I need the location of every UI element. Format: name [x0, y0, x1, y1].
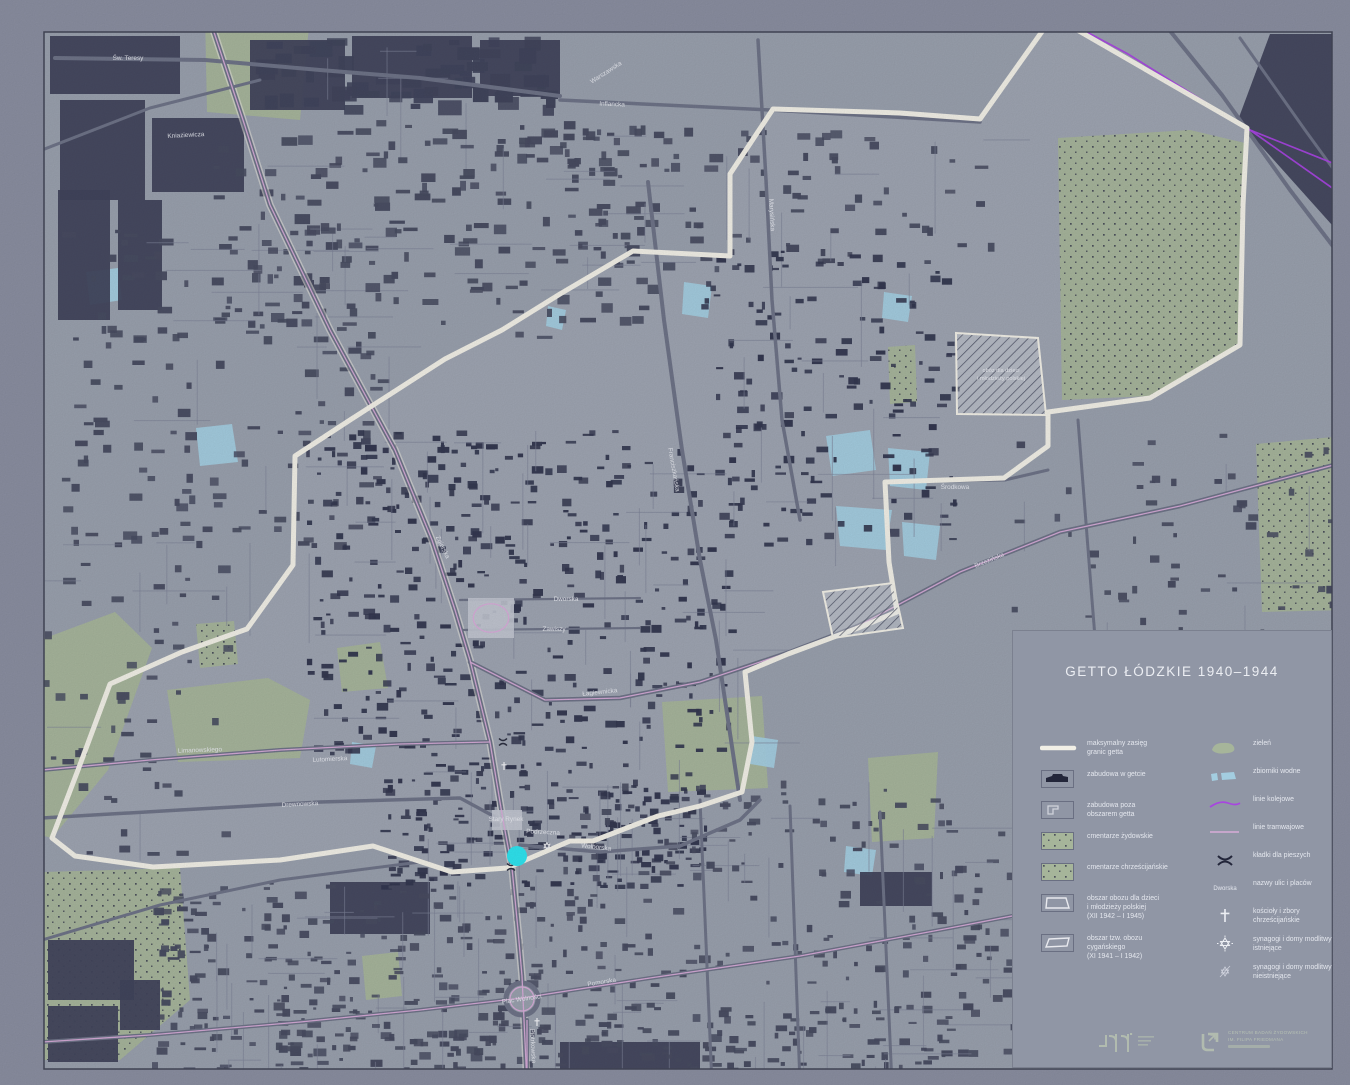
railway-swatch	[1209, 801, 1241, 808]
logo-subtext-bar	[1228, 1045, 1270, 1048]
legend-item: cmentarze chrześcijańskie	[1040, 862, 1198, 882]
legend-item: linie kolejowe	[1206, 794, 1332, 814]
legend-item: synagogi i domy modlitwy istniejące	[1206, 934, 1332, 954]
legend-item-label: cmentarze chrześcijańskie	[1087, 864, 1168, 871]
university-logo: CENTRUM BADAŃ ŻYDOWSKICH IM. FILIPA FRIED…	[1200, 1030, 1308, 1054]
map-document: obóz dla dzieci i młodzieży polskiej Św. T…	[0, 0, 1350, 1085]
synagogue-former-swatch	[1219, 965, 1231, 978]
camp-children-swatch	[1041, 894, 1074, 912]
legend-item-label: cmentarze żydowskie	[1087, 833, 1153, 840]
legend-item-label: zabudowa w getcie	[1087, 771, 1146, 778]
camp-gypsy-swatch	[1041, 933, 1074, 952]
legend-item: zbiorniki wodne	[1206, 766, 1332, 786]
legend-item-label: synagogi i domy modlitwy nieistniejące	[1253, 964, 1332, 980]
logos-row: CENTRUM BADAŃ ŻYDOWSKICH IM. FILIPA FRIED…	[1098, 1030, 1308, 1056]
legend-item: synagogi i domy modlitwy nieistniejące	[1206, 962, 1332, 982]
legend-item-label: synagogi i domy modlitwy istniejące	[1253, 936, 1332, 952]
synagogue-existing-swatch	[1217, 935, 1233, 952]
svg-text:Dworska: Dworska	[1213, 886, 1237, 892]
legend-item: linie tramwajowe	[1206, 822, 1332, 842]
legend-item: kościoły i zbory chrześcijańskie	[1206, 906, 1332, 926]
legend-item: zieleń	[1206, 738, 1332, 758]
footbridge-swatch	[1217, 855, 1233, 866]
legend-item-label: nazwy ulic i placów	[1253, 880, 1312, 887]
legend-column-right: zieleń zbiorniki wodne linie kolejowe linie…	[1206, 738, 1332, 982]
street-name-swatch: Dworska	[1213, 886, 1237, 892]
legend-column-left: maksymalny zasięg granic getta zabudowa w…	[1040, 738, 1198, 982]
legend-item-label: obszar tzw. obozu cygańskiego (XI 1941 –…	[1087, 934, 1143, 960]
legend-item-label: kładki dla pieszych	[1253, 852, 1311, 859]
legend-item: Dworska nazwy ulic i placów	[1206, 878, 1332, 898]
legend-item: cmentarze żydowskie	[1040, 831, 1198, 851]
legend-item: kładki dla pieszych	[1206, 850, 1332, 870]
legend-item: zabudowa poza obszarem getta	[1040, 800, 1198, 820]
legend-item-label: obszar obozu dla dzieci i młodzieży pols…	[1087, 895, 1160, 920]
buildings-in-ghetto-swatch	[1041, 770, 1074, 788]
legend-item: obszar tzw. obozu cygańskiego (XI 1941 –…	[1040, 933, 1198, 962]
cemetery-christian-swatch	[1041, 863, 1074, 881]
legend-item-label: linie tramwajowe	[1253, 824, 1304, 831]
legend-item: maksymalny zasięg granic getta	[1040, 738, 1198, 758]
legend-item-label: maksymalny zasięg granic getta	[1087, 740, 1148, 756]
boundary-line-swatch	[1040, 745, 1077, 751]
partner-logo-icon	[1099, 1033, 1154, 1052]
university-logo-text: CENTRUM BADAŃ ŻYDOWSKICH IM. FILIPA FRIED…	[1228, 1030, 1308, 1054]
legend-item: obszar obozu dla dzieci i młodzieży pols…	[1040, 893, 1198, 922]
green-area-swatch	[1212, 742, 1235, 754]
tramway-swatch	[1210, 831, 1239, 833]
legend-item-label: kościoły i zbory chrześcijańskie	[1253, 908, 1300, 924]
water-swatch	[1211, 772, 1236, 781]
legend-item-label: linie kolejowe	[1253, 796, 1294, 803]
legend-item-label: zieleń	[1253, 740, 1272, 747]
legend-panel: GETTO ŁÓDZKIE 1940–1944 maksymalny zasię…	[1012, 630, 1332, 1068]
legend-item-label: zabudowa poza obszarem getta	[1087, 802, 1136, 818]
university-logo-icon	[1201, 1032, 1219, 1052]
legend-item-label: zbiorniki wodne	[1253, 768, 1301, 775]
buildings-outside-swatch	[1041, 801, 1074, 819]
map-title: GETTO ŁÓDZKIE 1940–1944	[1065, 664, 1279, 679]
cemetery-jewish-swatch	[1041, 832, 1074, 850]
legend-columns: maksymalny zasięg granic getta zabudowa w…	[1012, 738, 1332, 982]
church-cross-swatch	[1220, 909, 1230, 922]
legend-item: zabudowa w getcie	[1040, 769, 1198, 789]
